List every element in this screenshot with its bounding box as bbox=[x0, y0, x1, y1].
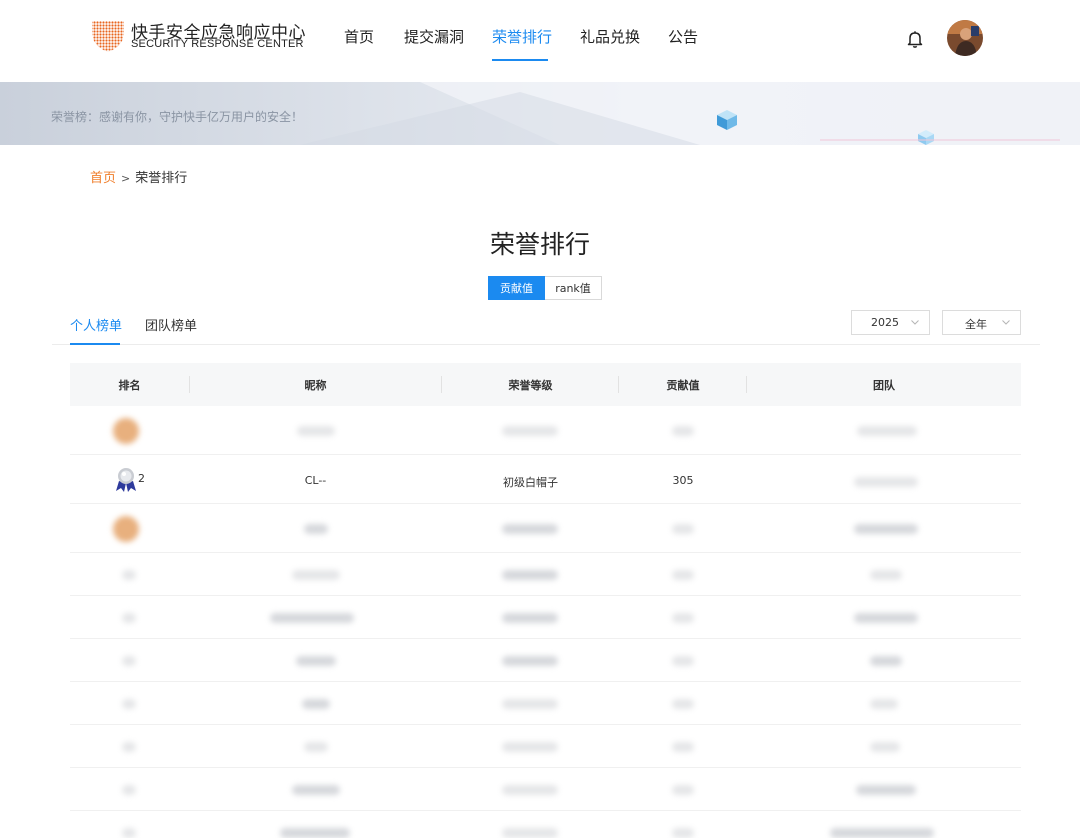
bell-icon[interactable] bbox=[905, 29, 925, 49]
blurred-cell bbox=[870, 742, 900, 752]
gold-medal-icon bbox=[113, 418, 139, 444]
blurred-cell bbox=[502, 742, 558, 752]
blurred-cell bbox=[672, 570, 694, 580]
nav-announcement[interactable]: 公告 bbox=[668, 26, 698, 47]
blurred-cell bbox=[296, 656, 336, 666]
ks-logo-icon[interactable] bbox=[90, 18, 126, 54]
blurred-cell bbox=[830, 828, 934, 838]
level-cell: 初级白帽子 bbox=[503, 476, 558, 489]
blurred-cell bbox=[122, 828, 136, 838]
blurred-cell bbox=[502, 524, 558, 534]
blurred-cell bbox=[502, 828, 558, 838]
nav-home[interactable]: 首页 bbox=[344, 26, 374, 47]
chevron-down-icon bbox=[911, 320, 919, 325]
blurred-cell bbox=[280, 828, 350, 838]
blurred-cell bbox=[672, 742, 694, 752]
blurred-cell bbox=[672, 613, 694, 623]
col-contribution: 贡献值 bbox=[666, 379, 700, 392]
nickname-cell: CL-- bbox=[304, 474, 327, 487]
col-team: 团队 bbox=[873, 379, 895, 392]
year-select-value: 2025 bbox=[871, 316, 899, 329]
blurred-cell bbox=[122, 699, 136, 709]
table-row[interactable] bbox=[70, 406, 1021, 455]
col-level: 荣誉等级 bbox=[508, 379, 553, 392]
table-row[interactable] bbox=[70, 504, 1021, 553]
breadcrumb-home[interactable]: 首页 bbox=[90, 171, 116, 186]
blurred-cell bbox=[672, 524, 694, 534]
toggle-contribution[interactable]: 贡献值 bbox=[488, 276, 545, 300]
blurred-cell bbox=[870, 570, 902, 580]
blurred-cell bbox=[870, 699, 898, 709]
breadcrumb-current: 荣誉排行 bbox=[135, 171, 188, 186]
tab-divider bbox=[52, 344, 1040, 345]
blurred-cell bbox=[502, 656, 558, 666]
chevron-down-icon bbox=[1002, 320, 1010, 325]
blurred-cell bbox=[292, 785, 340, 795]
col-nickname: 昵称 bbox=[304, 379, 327, 392]
nav-gift-exchange[interactable]: 礼品兑换 bbox=[580, 26, 640, 47]
nav-active-indicator bbox=[492, 59, 548, 61]
table-row[interactable] bbox=[70, 682, 1021, 725]
blurred-cell bbox=[854, 477, 918, 487]
logo-subtitle[interactable]: SECURITY RESPONSE CENTER bbox=[131, 38, 304, 50]
year-select[interactable]: 2025 bbox=[851, 310, 930, 335]
blurred-cell bbox=[122, 785, 136, 795]
range-select-value: 全年 bbox=[965, 318, 987, 331]
blurred-cell bbox=[672, 426, 694, 436]
bronze-medal-icon bbox=[113, 516, 139, 542]
blurred-cell bbox=[502, 570, 558, 580]
table-row[interactable] bbox=[70, 596, 1021, 639]
blurred-cell bbox=[122, 742, 136, 752]
tab-active-indicator bbox=[70, 343, 120, 345]
blurred-cell bbox=[672, 699, 694, 709]
table-header: 排名 昵称 荣誉等级 贡献值 团队 bbox=[70, 363, 1021, 406]
blurred-cell bbox=[302, 699, 330, 709]
blurred-cell bbox=[297, 426, 335, 436]
blurred-cell bbox=[122, 570, 136, 580]
blurred-cell bbox=[672, 785, 694, 795]
page-title: 荣誉排行 bbox=[489, 230, 590, 259]
blurred-cell bbox=[502, 613, 558, 623]
blurred-cell bbox=[672, 828, 694, 838]
table-row[interactable] bbox=[70, 639, 1021, 682]
blurred-cell bbox=[502, 426, 558, 436]
table-row[interactable] bbox=[70, 553, 1021, 596]
contribution-cell: 305 bbox=[672, 474, 694, 487]
tab-personal[interactable]: 个人榜单 bbox=[70, 315, 122, 334]
blurred-cell bbox=[292, 570, 340, 580]
blurred-cell bbox=[502, 785, 558, 795]
nav-submit-vuln[interactable]: 提交漏洞 bbox=[404, 26, 464, 47]
blurred-cell bbox=[270, 613, 354, 623]
hero-banner: 荣誉榜：感谢有你，守护快手亿万用户的安全！ bbox=[0, 82, 1080, 145]
blurred-cell bbox=[122, 613, 136, 623]
range-select[interactable]: 全年 bbox=[942, 310, 1021, 335]
blurred-cell bbox=[857, 426, 917, 436]
blurred-cell bbox=[856, 785, 916, 795]
banner-slogan: 荣誉榜：感谢有你，守护快手亿万用户的安全！ bbox=[51, 110, 304, 124]
silver-medal-icon bbox=[116, 468, 136, 492]
top-header: 快手安全应急响应中心 SECURITY RESPONSE CENTER 首页 提… bbox=[0, 0, 1080, 82]
blurred-cell bbox=[854, 524, 918, 534]
breadcrumb-separator: > bbox=[121, 172, 131, 185]
toggle-rank[interactable]: rank值 bbox=[545, 276, 602, 300]
table-row[interactable] bbox=[70, 768, 1021, 811]
blurred-cell bbox=[502, 699, 558, 709]
blurred-cell bbox=[854, 613, 918, 623]
nav-honor-ranking[interactable]: 荣誉排行 bbox=[492, 26, 552, 47]
tab-team[interactable]: 团队榜单 bbox=[145, 315, 197, 334]
rank-number: 2 bbox=[138, 472, 145, 485]
table-row[interactable]: 2 CL-- 初级白帽子 305 bbox=[70, 455, 1021, 504]
table-row[interactable] bbox=[70, 725, 1021, 768]
user-avatar[interactable] bbox=[947, 20, 983, 56]
blurred-cell bbox=[304, 524, 328, 534]
blurred-cell bbox=[304, 742, 328, 752]
blurred-cell bbox=[870, 656, 902, 666]
breadcrumb: 首页 > 荣誉排行 bbox=[90, 167, 187, 186]
blurred-cell bbox=[672, 656, 694, 666]
table-row[interactable] bbox=[70, 811, 1021, 838]
blurred-cell bbox=[122, 656, 136, 666]
col-rank: 排名 bbox=[118, 379, 141, 392]
